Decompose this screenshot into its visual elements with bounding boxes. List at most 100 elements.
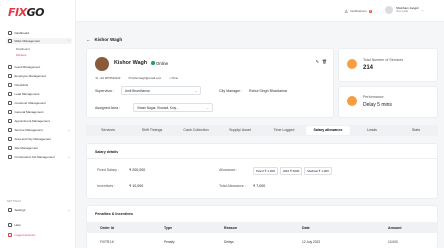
sidebar-item-settings[interactable]: Settings ⌄ [6,207,72,213]
allowance-chip: Medical ₹ 1,000 [304,167,332,175]
rider-icon [8,39,12,43]
tab-supply-asset[interactable]: Supply/ Asset [218,126,262,135]
column-header: Amount [388,225,402,230]
logout-icon [8,233,12,237]
sidebar-item-employee-management[interactable]: Employee Management [6,73,72,79]
total-allowance-label: Total Allowance : [219,184,246,188]
sidebar-item-general-management[interactable]: General Management [6,109,72,115]
sub-item-dashboard[interactable]: Dashboard [16,47,30,51]
sidebar-item-checklists[interactable]: Checklists [6,82,72,88]
phone-icon: ☏ [95,76,99,80]
salary-card: Salary details Fixed Salary : ₹ 200,000 … [86,143,438,199]
sidebar-item-appointment-management[interactable]: Appointment Management [6,118,72,124]
assigned-area-label: Assigned Area : [95,106,121,110]
stat-title: Performance [363,95,384,99]
chevron-up-icon: ⌃ [67,39,70,43]
chevron-down-icon: ⌄ [206,105,209,110]
chevron-down-icon: ⌄ [421,8,424,12]
section-title: Penalties & Incentives [95,212,133,216]
allowance-label: Allowance : [219,168,238,172]
allowance-chips: Petrol ₹ 1,000 HRA ₹ 5000 Medical ₹ 1,000 [253,167,334,175]
tab-time-logged[interactable]: Time Logged [262,126,306,135]
tab-bar: Services Shift Timings Cash Collection S… [86,125,438,136]
sub-item-workers[interactable]: Workers [16,53,26,57]
stat-title: Total Number of Services [363,58,404,62]
column-header: Order Id [100,225,114,230]
tab-salary-allowance[interactable]: Salary allowance [306,126,350,135]
supervisor-select[interactable]: Amit Bhardhamar ⌄ [121,86,201,95]
chevron-down-icon: ⌄ [67,155,70,159]
fixed-salary-label: Fixed Salary : [97,168,119,172]
sidebar-item-help[interactable]: Help [6,222,72,228]
notifications-button[interactable]: 🔔︎ Notifications 2 [344,9,372,13]
sidebar-item-site-management[interactable]: Site Management [6,145,72,151]
sidebar-item-rider-management[interactable]: Rider Management ⌃ [6,38,72,44]
dashboard-icon [8,31,12,35]
tab-shift-timings[interactable]: Shift Timings [130,126,174,135]
divider [87,158,437,159]
avatar [384,6,393,14]
calendar-icon [8,119,12,123]
email-text: kishorwagh@email.com [131,76,162,80]
service-icon [8,128,12,132]
incentives-label: Incentives : [97,184,116,188]
sidebar-item-service-management[interactable]: Service Management ⌄ [6,127,72,133]
gear-icon [8,208,12,212]
tab-stats[interactable]: Stats [394,126,438,135]
sidebar-item-area-city[interactable]: Area and City Management [6,136,72,142]
allowance-chip: HRA ₹ 5000 [279,167,303,175]
table-cell: Delays [224,240,234,244]
section-title: Salary details [95,150,119,154]
notification-count-badge: 2 [368,9,372,13]
profile-name-row: Kishor Wagh Online [114,60,168,66]
online-dot-icon [151,61,155,65]
edit-icon[interactable]: ✎ [316,59,319,64]
stat-value: Delay 5 mins [363,102,392,108]
sidebar-item-on-demand[interactable]: On Demand Job Management ⌄ [6,154,72,160]
sidebar-item-customer-management[interactable]: Customer Management [6,100,72,106]
city-manager-label: City Manager : [219,89,243,93]
sidebar: FIXGO Dashboard Rider Management ⌃ Dashbo… [0,0,76,248]
location-icon: ⌖ [169,76,171,80]
stat-card-services: Total Number of Services 214 [338,48,438,82]
checklist-icon [8,83,12,87]
city-manager-value: Rahul Singh Bhardarkar [249,89,288,93]
table-cell: 12 July 2023 [302,240,321,244]
supervisor-label: Supervisor : [95,89,115,93]
city-text: Pune [171,76,179,80]
sidebar-item-good-management[interactable]: Good Management [6,64,72,70]
profile-avatar [95,57,109,71]
view-profile-link[interactable]: View profile [396,10,419,13]
chevron-down-icon: ⌄ [67,208,70,212]
site-icon [8,146,12,150]
tab-leads[interactable]: Leads [350,126,394,135]
column-header: Reason [224,225,237,230]
fixgo-logo[interactable]: FIXGO [8,6,44,19]
profile-card: Kishor Wagh Online ✎ 🗑︎ ☏ +91 9876543210… [86,48,334,118]
sidebar-item-lead-management[interactable]: Lead Management [6,91,72,97]
bell-icon: 🔔︎ [344,9,349,13]
user-menu[interactable]: Shubham Jangid View profile ⌄ [384,6,424,14]
map-icon [8,137,12,141]
table-cell: FIXTR1-6 [100,240,114,244]
performance-icon [347,96,357,106]
delete-icon[interactable]: 🗑︎ [322,59,327,64]
lead-icon [8,92,12,96]
sidebar-item-dashboard[interactable]: Dashboard [6,30,72,36]
incentives-value: ₹ 10,000 [129,184,144,188]
chevron-down-icon: ⌄ [194,88,197,93]
table-header: Order Id Type Reason Date Amount [86,222,438,233]
settings-section-label: SETTINGS [7,200,22,203]
column-header: Type [164,225,173,230]
back-arrow-icon[interactable]: ← [86,37,91,42]
general-icon [8,110,12,114]
tab-services[interactable]: Services [86,126,130,135]
assigned-area-select[interactable]: Viman Nagar, Kharadi, Koly... ⌄ [133,103,213,112]
users-icon [8,74,12,78]
table-cell: 10,000 [388,240,398,244]
services-icon [347,59,357,69]
column-header: Date [302,225,310,230]
table-cell: Penalty [164,240,175,244]
sidebar-item-logout[interactable]: Logout Account [6,232,72,238]
tab-cash-collection[interactable]: Cash Collection [174,126,218,135]
